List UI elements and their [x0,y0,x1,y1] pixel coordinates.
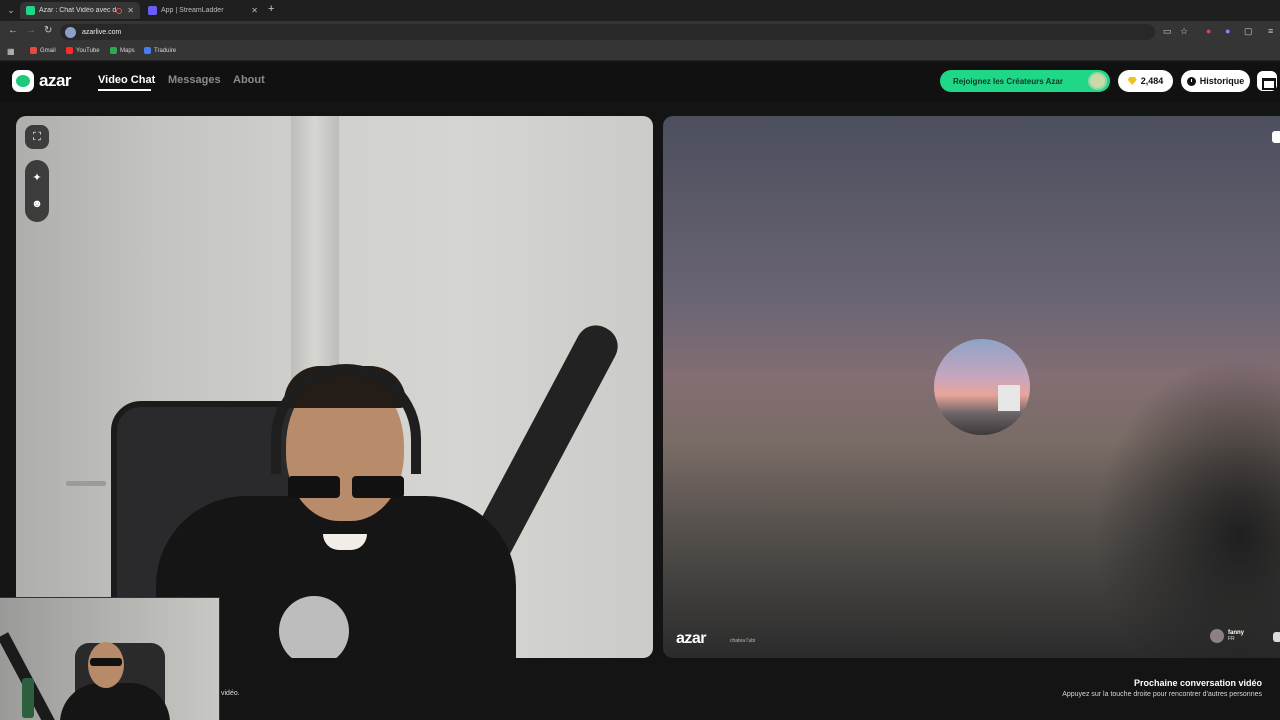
next-conversation-title: Prochaine conversation vidéo [1133,678,1262,688]
extension-icon[interactable]: ● [1225,26,1230,36]
partner-country: FR [1228,636,1235,642]
active-nav-underline [98,89,151,91]
fullscreen-icon[interactable]: ⛶ [25,125,49,149]
report-icon[interactable] [1272,131,1280,143]
logo-text: azar [39,71,72,90]
bookmark-maps[interactable]: Maps [110,47,135,54]
gmail-icon [30,47,37,54]
cam-bottle [22,678,34,718]
new-tab-plus-icon[interactable]: + [268,3,274,15]
bookmark-traduire[interactable]: Traduire [144,47,176,54]
gem-icon [1127,77,1137,85]
nav-about[interactable]: About [233,74,265,86]
sticker-face-icon[interactable]: ☻ [25,192,49,216]
bookmark-star-icon[interactable]: ☆ [1180,26,1188,37]
translate-icon [144,47,151,54]
partner-info-chip[interactable]: fanny FR [1210,629,1244,643]
partner-shadow [1093,356,1280,658]
history-label: Historique [1199,76,1245,86]
magic-wand-icon[interactable]: ✦ [25,165,49,189]
menu-icon[interactable]: ≡ [1268,26,1273,36]
recording-icon [116,7,123,14]
partner-avatar [934,339,1030,435]
background-handle [66,481,106,486]
azar-logo-icon [12,70,34,92]
bookmark-label: Maps [120,47,135,54]
forward-arrow-icon[interactable]: → [26,25,36,36]
bookmark-gmail[interactable]: Gmail [30,47,56,54]
gems-count: 2,484 [1140,76,1164,86]
apps-grid-icon[interactable]: ▦ [7,47,15,56]
azar-watermark: azar [676,630,707,647]
gems-button[interactable]: 2,484 [1118,70,1173,92]
watermark-subtext: chatea l'ubi [730,638,756,644]
bookmark-label: YouTube [76,47,100,54]
reload-icon[interactable]: ↻ [44,25,52,36]
cam-sunglasses [90,658,122,666]
sunglasses [288,476,404,500]
left-hint-text: vidéo. [221,690,240,697]
next-conversation-hint: Appuyez sur la touche droite pour rencon… [1062,691,1262,698]
cast-icon[interactable]: ▭ [1163,26,1172,37]
close-icon[interactable]: ✕ [251,6,258,15]
extension-icon[interactable]: ● [1206,26,1211,36]
address-bar-row: ← → ↻ azarlive.com ▭ ☆ ● ● ▢ ≡ [0,21,1280,43]
url-field[interactable]: azarlive.com [60,24,1155,40]
azar-favicon-icon [26,6,35,15]
nav-video-chat[interactable]: Video Chat [98,74,155,86]
bookmark-label: Traduire [154,47,177,54]
microphone [279,596,349,658]
browser-tab-strip: ⌄ Azar : Chat Vidéo avec de ✕ App | Stre… [0,0,1280,21]
extensions-puzzle-icon[interactable]: ▢ [1244,26,1253,37]
nav-messages[interactable]: Messages [168,74,221,86]
join-creators-button[interactable]: Rejoignez les Créateurs Azar [940,70,1110,92]
close-icon[interactable]: ✕ [127,6,134,15]
azar-logo[interactable]: azar [12,70,72,92]
tab-title: App | StreamLadder [161,7,224,14]
self-video [16,116,653,658]
tab-azar[interactable]: Azar : Chat Vidéo avec de ✕ [20,2,140,19]
bookmark-youtube[interactable]: YouTube [66,47,100,54]
site-info-icon[interactable] [65,26,76,38]
history-button[interactable]: Historique [1181,70,1250,92]
url-text: azarlive.com [82,28,122,36]
maps-icon [110,47,117,54]
webcam-overlay [0,597,220,720]
shop-icon[interactable] [1257,71,1277,91]
chat-icon[interactable] [1273,632,1280,642]
join-creators-label: Rejoignez les Créateurs Azar [953,76,1063,86]
youtube-icon [66,47,73,54]
avatar-building [998,385,1020,411]
tab-title: Azar : Chat Vidéo avec de [39,7,117,14]
creator-avatar-icon [1088,72,1107,90]
tab-search-icon[interactable]: ⌄ [4,3,18,17]
clock-icon [1186,76,1196,86]
site-header: azar Video Chat Messages About Rejoignez… [0,62,1280,102]
streamladder-favicon-icon [148,6,157,15]
partner-small-avatar [1210,629,1224,643]
back-arrow-icon[interactable]: ← [8,25,18,36]
tab-streamladder[interactable]: App | StreamLadder ✕ [142,2,264,19]
bookmarks-bar: ▦ Gmail YouTube Maps Traduire [0,43,1280,61]
bookmark-label: Gmail [40,47,56,54]
